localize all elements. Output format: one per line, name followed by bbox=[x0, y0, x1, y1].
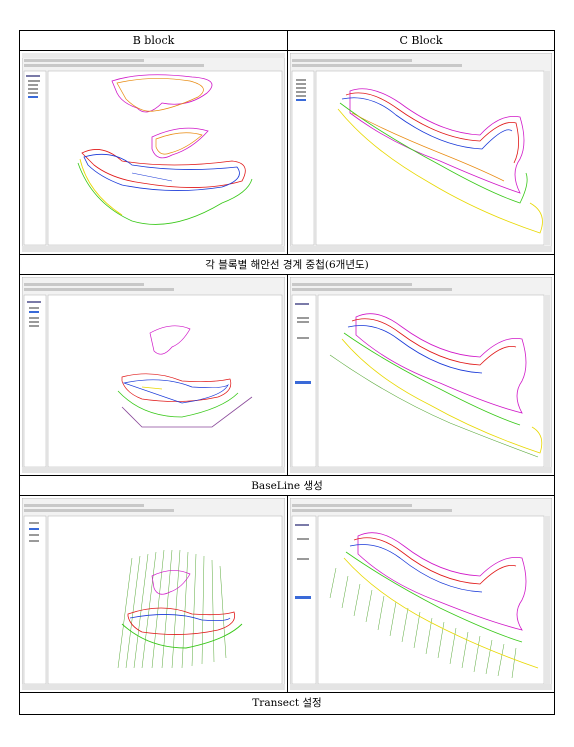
screenshot-b-baseline bbox=[22, 277, 285, 473]
screenshot-b-transect bbox=[22, 498, 285, 690]
screenshot-c-transect bbox=[290, 498, 552, 690]
screenshot-b-overlay bbox=[22, 53, 285, 252]
header-c-block: C Block bbox=[288, 31, 554, 51]
gis-app-window-icon bbox=[22, 53, 285, 252]
screenshot-c-baseline bbox=[290, 277, 552, 473]
screenshot-c-overlay bbox=[290, 53, 552, 252]
column-divider bbox=[287, 496, 288, 692]
caption-transect: Transect 설정 bbox=[20, 692, 554, 713]
column-divider bbox=[287, 31, 288, 51]
caption-baseline: BaseLine 생성 bbox=[20, 475, 554, 496]
gis-app-window-icon bbox=[22, 498, 285, 690]
gis-app-window-icon bbox=[290, 498, 552, 690]
gis-app-window-icon bbox=[290, 53, 552, 252]
gis-app-window-icon bbox=[290, 277, 552, 473]
gis-app-window-icon bbox=[22, 277, 285, 473]
column-divider bbox=[287, 275, 288, 475]
column-divider bbox=[287, 51, 288, 254]
figure-table: B block C Block 각 블록별 해안선 경계 중첩(6개년도) Ba… bbox=[19, 30, 555, 715]
header-b-block: B block bbox=[20, 31, 287, 51]
caption-shoreline-overlay: 각 블록별 해안선 경계 중첩(6개년도) bbox=[20, 254, 554, 275]
